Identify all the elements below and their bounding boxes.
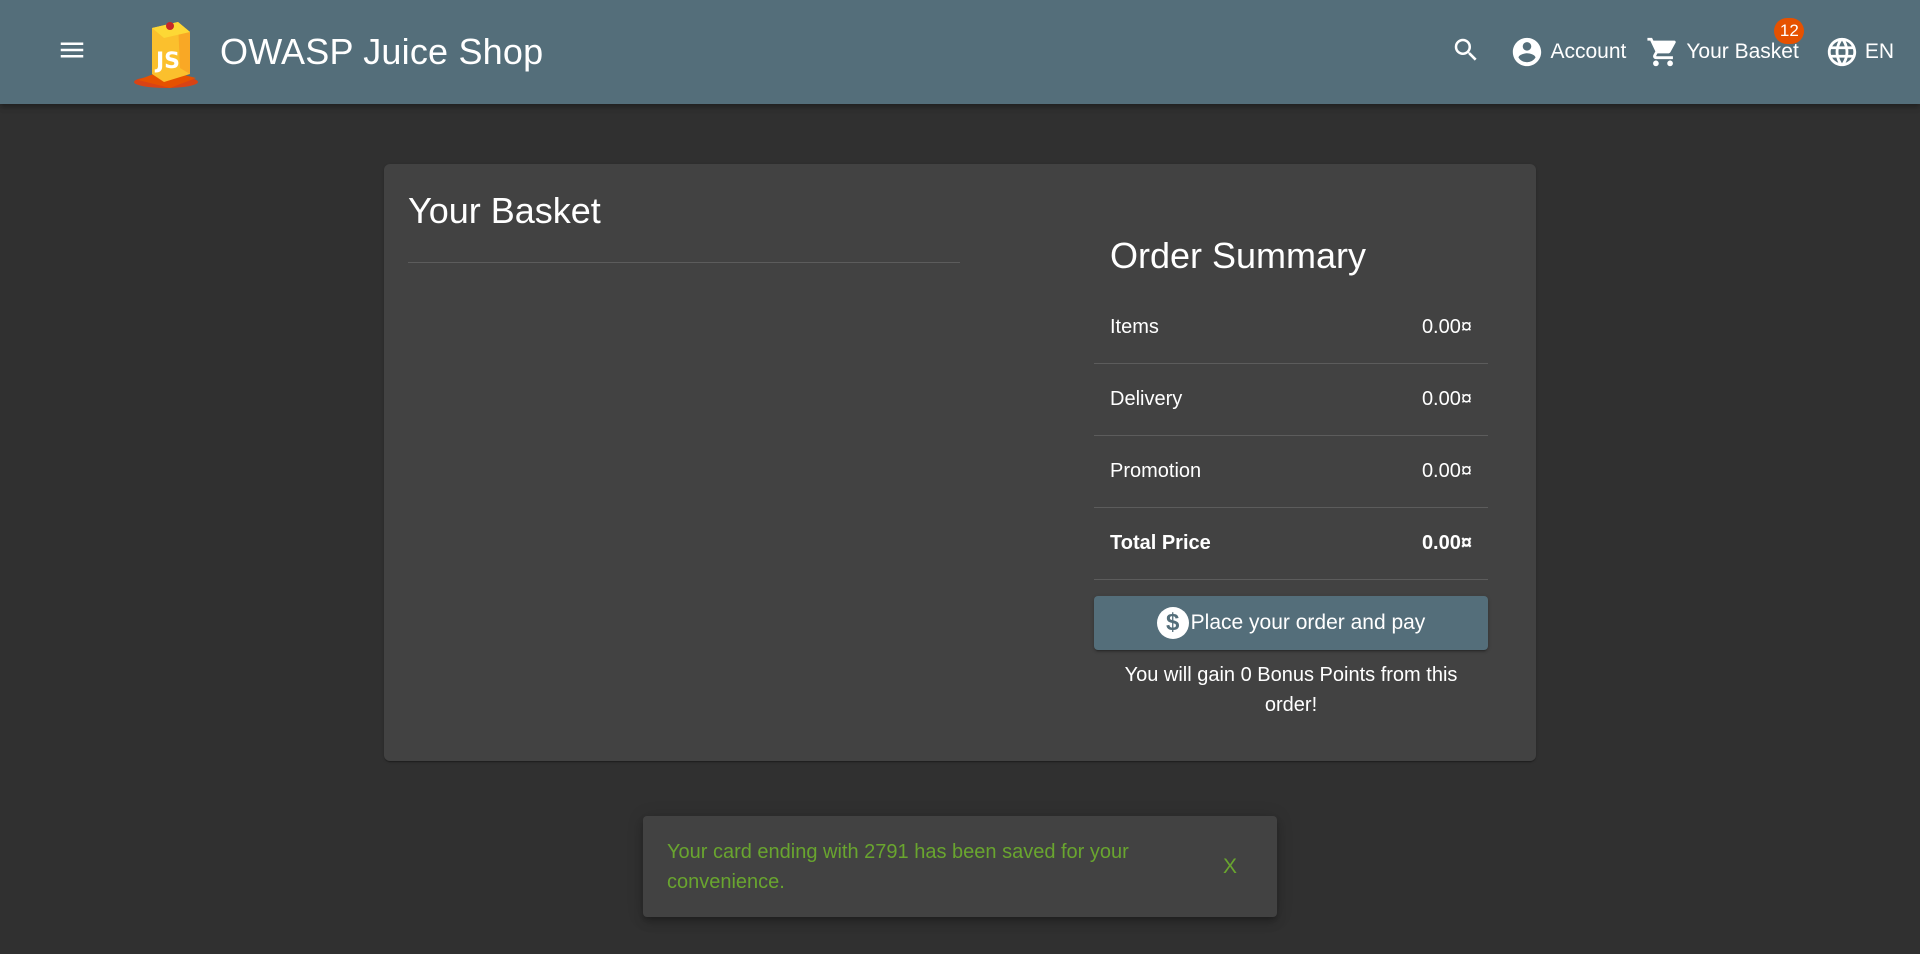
account-circle-icon <box>1510 35 1544 69</box>
summary-row-items: Items 0.00¤ <box>1094 292 1488 364</box>
menu-icon <box>57 35 87 70</box>
snackbar-message: Your card ending with 2791 has been save… <box>667 840 1129 893</box>
total-price-value: 0.00¤ <box>1421 532 1472 554</box>
bonus-points-text: You will gain 0 Bonus Points from this o… <box>1124 664 1458 716</box>
top-toolbar: JS OWASP Juice Shop Account Your Basket … <box>0 0 1920 104</box>
place-order-label: Place your order and pay <box>1190 611 1426 634</box>
summary-row-delivery: Delivery 0.00¤ <box>1094 364 1488 436</box>
basket-divider <box>408 262 960 263</box>
summary-label: Items <box>1110 316 1159 338</box>
account-menu-button[interactable]: Account <box>1504 28 1632 76</box>
summary-row-total: Total Price 0.00¤ <box>1094 508 1488 580</box>
card-saved-snackbar: Your card ending with 2791 has been save… <box>643 816 1277 917</box>
svg-text:JS: JS <box>154 49 180 74</box>
language-selector-button[interactable]: EN <box>1819 28 1900 76</box>
dollar-icon: $ <box>1156 607 1189 639</box>
home-logo-link[interactable]: JS OWASP Juice Shop <box>130 8 543 96</box>
language-globe-icon <box>1825 35 1859 69</box>
order-summary-title: Order Summary <box>1110 235 1367 276</box>
summary-label: Delivery <box>1110 388 1183 410</box>
juice-shop-logo: JS <box>130 12 210 92</box>
place-order-button[interactable]: $ Place your order and pay <box>1094 596 1488 650</box>
search-button[interactable] <box>1438 24 1494 80</box>
basket-count-badge: 12 <box>1774 18 1805 44</box>
sidenav-menu-button[interactable] <box>48 28 96 76</box>
total-price-label: Total Price <box>1110 532 1211 554</box>
shopping-cart-icon <box>1646 35 1680 69</box>
account-label: Account <box>1550 40 1627 63</box>
basket-title: Your Basket <box>408 190 601 231</box>
your-basket-button[interactable]: Your Basket 12 <box>1640 18 1805 76</box>
summary-value: 0.00¤ <box>1421 388 1472 410</box>
summary-value: 0.00¤ <box>1421 316 1472 338</box>
search-icon <box>1451 35 1481 70</box>
summary-value: 0.00¤ <box>1421 460 1472 482</box>
snackbar-close-button[interactable]: X <box>1211 847 1249 887</box>
order-summary: Order Summary Items 0.00¤ Delivery 0.00¤… <box>1094 232 1488 720</box>
basket-card: Your Basket Order Summary Items 0.00¤ De… <box>384 164 1536 761</box>
summary-label: Promotion <box>1110 460 1202 482</box>
toolbar-actions: Account Your Basket 12 EN <box>1438 0 1920 104</box>
summary-row-promotion: Promotion 0.00¤ <box>1094 436 1488 508</box>
language-label: EN <box>1864 40 1894 63</box>
basket-label: Your Basket <box>1686 40 1799 63</box>
app-title: OWASP Juice Shop <box>220 31 544 72</box>
